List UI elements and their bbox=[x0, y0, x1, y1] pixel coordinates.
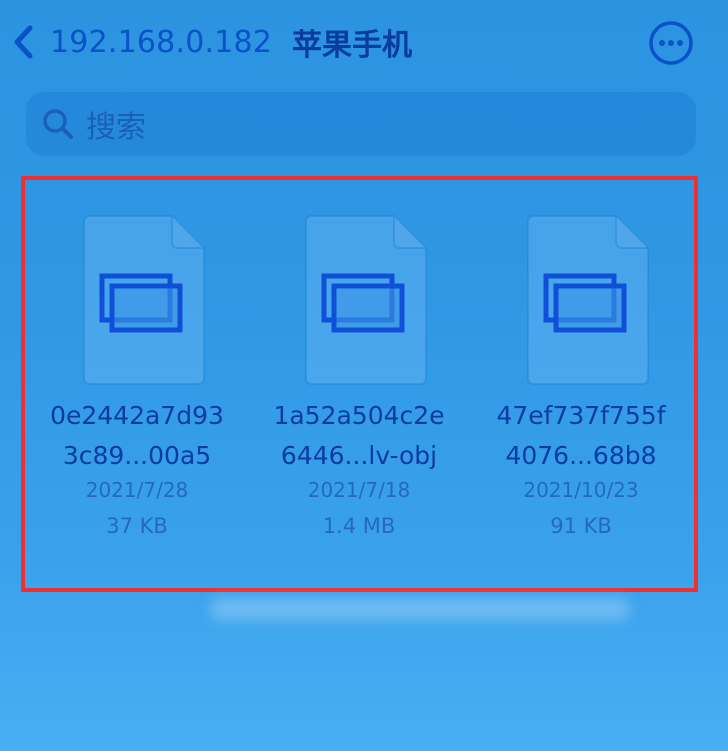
file-name: 47ef737f755f 4076...68b8 bbox=[470, 396, 692, 476]
file-size: 91 KB bbox=[550, 514, 612, 538]
file-name-line2: 6446...lv-obj bbox=[280, 441, 438, 470]
search-placeholder: 搜索 bbox=[86, 110, 146, 145]
file-date: 2021/10/23 bbox=[523, 478, 639, 502]
file-item[interactable]: 1a52a504c2e 6446...lv-obj 2021/7/18 1.4 … bbox=[248, 200, 470, 560]
file-name-line2: 4076...68b8 bbox=[505, 441, 657, 470]
navigation-bar: 192.168.0.182 苹果手机 bbox=[0, 0, 728, 86]
file-date: 2021/7/18 bbox=[307, 478, 411, 502]
file-size: 1.4 MB bbox=[322, 514, 396, 538]
search-icon bbox=[43, 109, 73, 139]
search-input[interactable]: 搜索 bbox=[26, 92, 696, 156]
back-button[interactable]: 192.168.0.182 bbox=[8, 18, 272, 66]
file-name-line1: 47ef737f755f bbox=[496, 401, 666, 430]
file-item[interactable]: 47ef737f755f 4076...68b8 2021/10/23 91 K… bbox=[470, 200, 692, 560]
file-name-line1: 0e2442a7d93 bbox=[50, 401, 224, 430]
file-name-line1: 1a52a504c2e bbox=[273, 401, 445, 430]
home-indicator-glow bbox=[210, 598, 630, 620]
ellipsis-circle-icon[interactable] bbox=[648, 20, 694, 66]
file-icon bbox=[527, 215, 649, 385]
file-name-line2: 3c89...00a5 bbox=[62, 441, 212, 470]
page-title: 苹果手机 bbox=[292, 28, 412, 63]
chevron-left-icon bbox=[14, 25, 33, 59]
file-date: 2021/7/28 bbox=[85, 478, 189, 502]
file-grid: 0e2442a7d93 3c89...00a5 2021/7/28 37 KB … bbox=[26, 200, 692, 560]
file-name: 0e2442a7d93 3c89...00a5 bbox=[26, 396, 248, 476]
back-label: 192.168.0.182 bbox=[50, 24, 273, 60]
file-icon bbox=[83, 215, 205, 385]
file-size: 37 KB bbox=[106, 514, 168, 538]
file-name: 1a52a504c2e 6446...lv-obj bbox=[248, 396, 470, 476]
file-icon bbox=[305, 215, 427, 385]
file-item[interactable]: 0e2442a7d93 3c89...00a5 2021/7/28 37 KB bbox=[26, 200, 248, 560]
